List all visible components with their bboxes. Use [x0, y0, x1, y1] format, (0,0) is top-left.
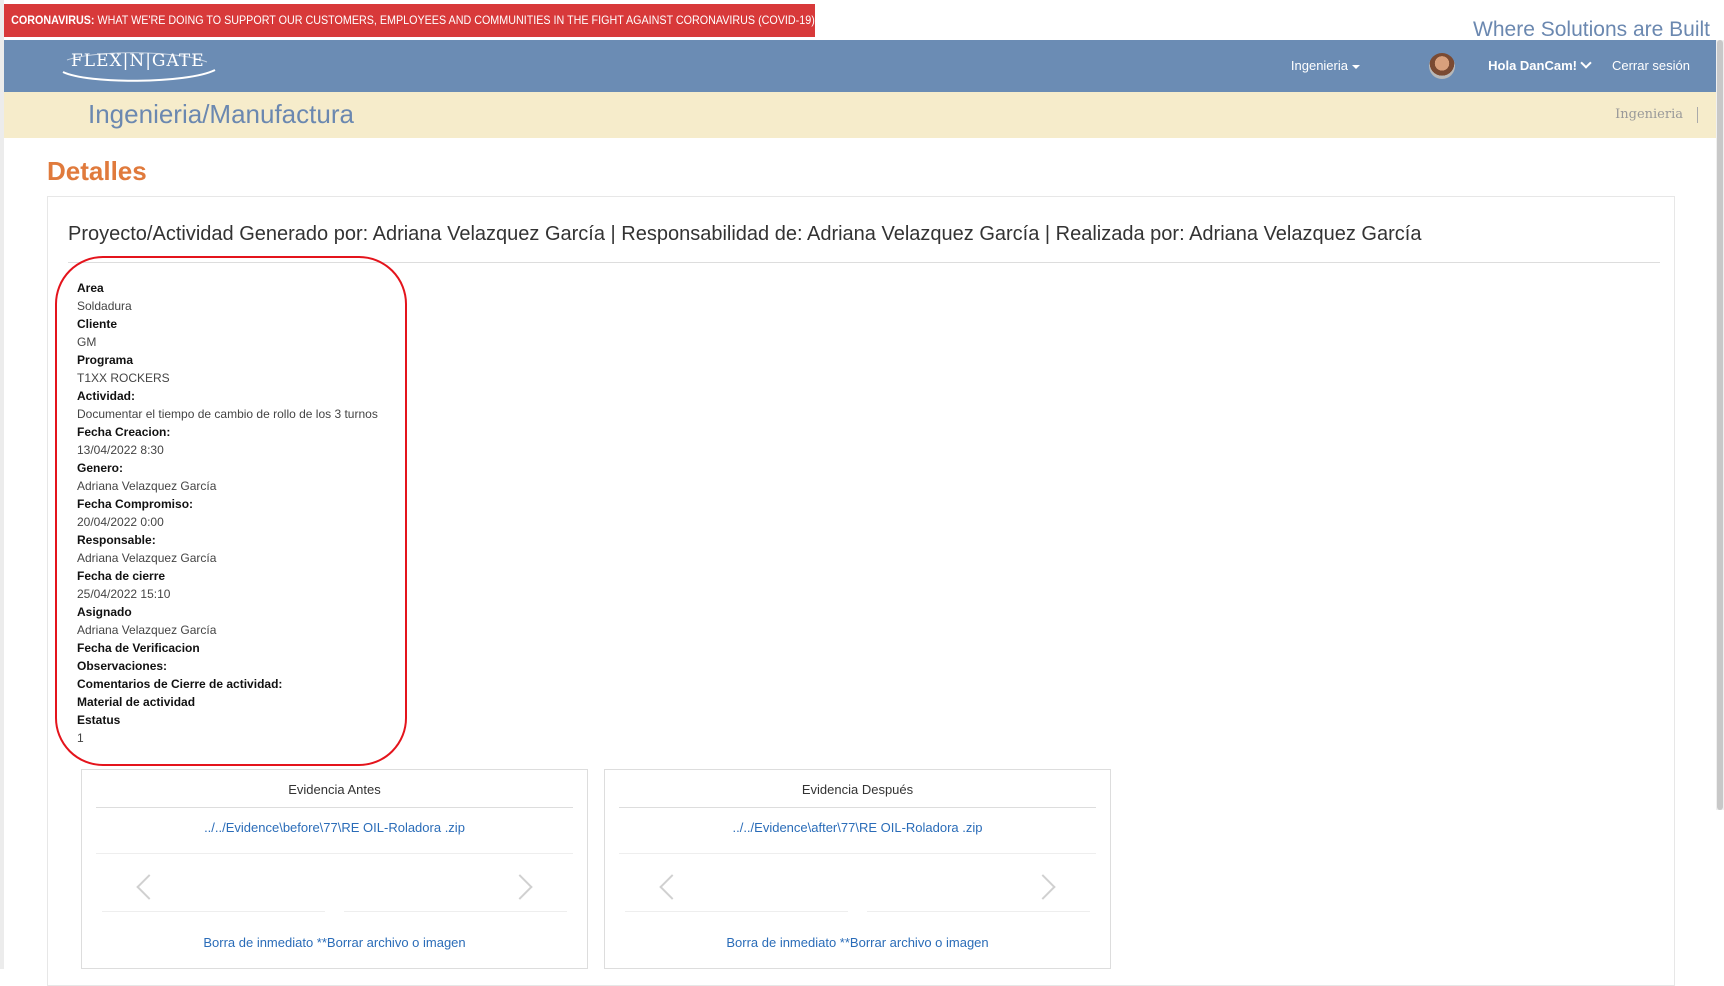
top-navbar: FLEX|N|GATE Ingenieria Hola DanCam! Cerr… [4, 40, 1720, 92]
tagline: Where Solutions are Built [1473, 18, 1710, 41]
flex-n-gate-logo[interactable]: FLEX|N|GATE [57, 50, 221, 82]
evidence-after-carousel [625, 870, 1090, 912]
scrollbar-thumb[interactable] [1717, 40, 1723, 810]
project-heading: Proyecto/Actividad Generado por: Adriana… [68, 223, 1422, 245]
user-avatar[interactable] [1429, 53, 1455, 79]
evidence-after-file-link[interactable]: ../../Evidence\after\77\RE OIL-Roladora … [619, 820, 1096, 854]
evidence-after-card: Evidencia Después ../../Evidence\after\7… [604, 769, 1111, 969]
evidence-before-carousel [102, 870, 567, 912]
evidence-before-file-link[interactable]: ../../Evidence\before\77\RE OIL-Roladora… [96, 820, 573, 854]
logo-text: FLEX|N|GATE [71, 51, 205, 71]
breadcrumb-ingenieria[interactable]: Ingenieria [1615, 107, 1698, 123]
covid-banner-label: CORONAVIRUS: [11, 13, 95, 27]
divider [625, 911, 849, 912]
chevron-left-icon[interactable] [136, 874, 162, 900]
divider [343, 911, 567, 912]
evidence-after-title: Evidencia Después [619, 782, 1096, 808]
chevron-right-icon[interactable] [507, 874, 533, 900]
covid-banner[interactable]: CORONAVIRUS: WHAT WE'RE DOING TO SUPPORT… [4, 4, 815, 37]
module-title: Ingenieria/Manufactura [88, 99, 354, 129]
chevron-left-icon[interactable] [659, 874, 685, 900]
divider [102, 911, 326, 912]
user-menu[interactable]: Hola DanCam! [1488, 40, 1592, 92]
caret-down-icon [1352, 64, 1360, 69]
chevron-right-icon[interactable] [1030, 874, 1056, 900]
covid-banner-text: WHAT WE'RE DOING TO SUPPORT OUR CUSTOMER… [94, 13, 815, 27]
window-frame [0, 0, 4, 969]
red-highlight-annotation [55, 256, 407, 766]
user-greeting: Hola DanCam! [1488, 58, 1577, 73]
evidence-before-card: Evidencia Antes ../../Evidence\before\77… [81, 769, 588, 969]
chevron-down-icon [1580, 57, 1592, 69]
evidence-before-delete-link[interactable]: Borra de inmediato **Borrar archivo o im… [82, 935, 587, 950]
logout-link[interactable]: Cerrar sesión [1612, 40, 1690, 92]
evidence-before-title: Evidencia Antes [96, 782, 573, 808]
page-title: Detalles [47, 156, 147, 186]
divider [866, 911, 1090, 912]
nav-ingenieria-dropdown[interactable]: Ingenieria [1291, 40, 1360, 92]
sub-header: Ingenieria/Manufactura Ingenieria [4, 92, 1720, 138]
evidence-after-delete-link[interactable]: Borra de inmediato **Borrar archivo o im… [605, 935, 1110, 950]
nav-ingenieria-label: Ingenieria [1290, 58, 1348, 73]
